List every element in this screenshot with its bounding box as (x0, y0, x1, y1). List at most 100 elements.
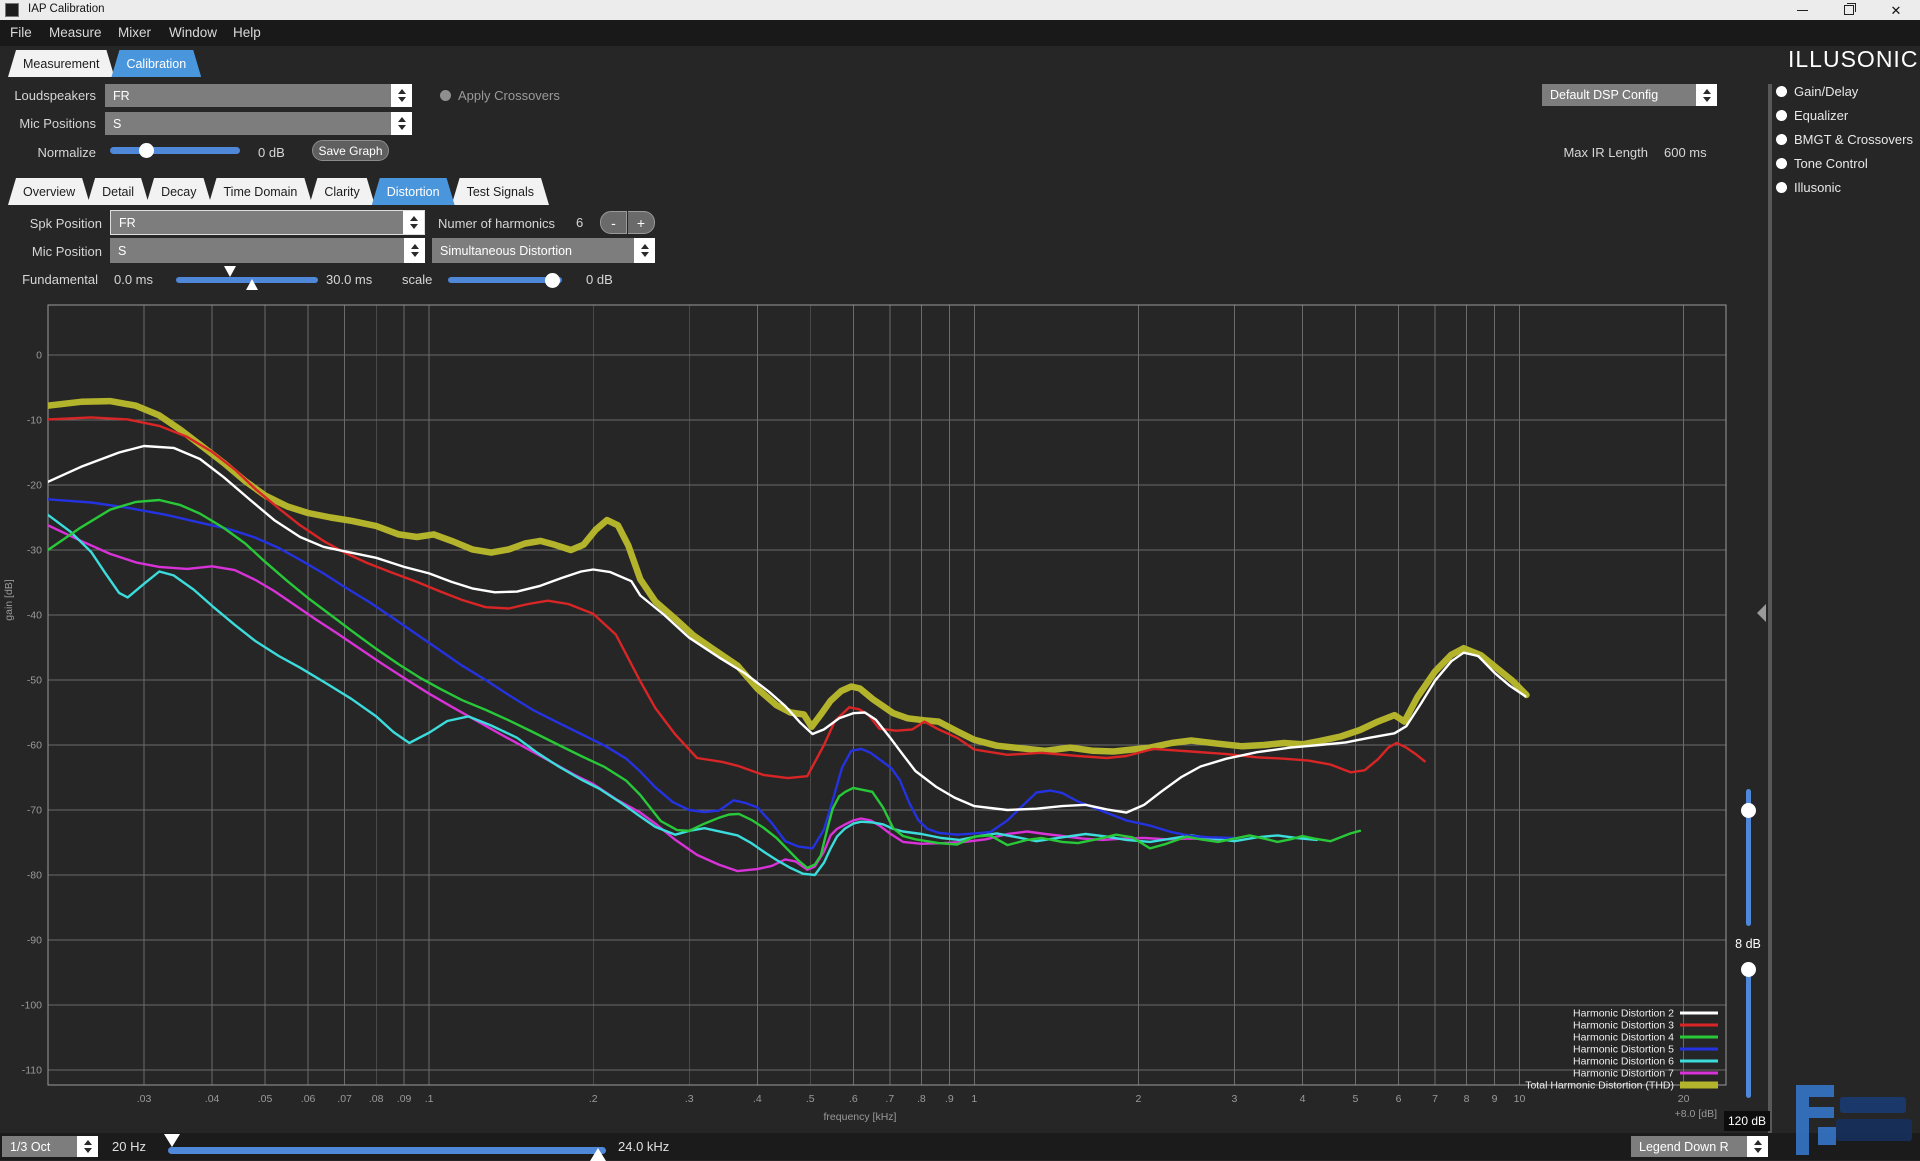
minimize-icon (1797, 10, 1808, 11)
loudspeakers-select[interactable]: FR (105, 84, 412, 107)
close-button[interactable]: ✕ (1880, 0, 1912, 20)
svg-text:.5: .5 (806, 1093, 815, 1105)
main-tab-bar: Measurement Calibration (8, 50, 198, 77)
tab-calibration[interactable]: Calibration (111, 50, 201, 77)
spk-position-value: FR (119, 216, 136, 230)
restore-button[interactable] (1833, 0, 1865, 20)
svg-text:-10: -10 (27, 415, 42, 427)
harmonics-decrement-button[interactable]: - (600, 211, 627, 234)
fundamental-label: Fundamental (0, 272, 98, 287)
bullet-icon (1776, 86, 1787, 97)
menu-mixer[interactable]: Mixer (118, 25, 151, 40)
scale-value: 0 dB (586, 272, 613, 287)
spinner-icon[interactable] (77, 1136, 98, 1157)
legend-position-select[interactable]: Legend Down R (1631, 1136, 1768, 1157)
freq-range-end: 24.0 kHz (618, 1139, 669, 1154)
svg-text:gain [dB]: gain [dB] (3, 579, 15, 621)
fundamental-max-value: 30.0 ms (326, 272, 372, 287)
mic-position-select[interactable]: S (110, 238, 425, 263)
bullet-icon (1776, 110, 1787, 121)
dsp-config-value: Default DSP Config (1550, 88, 1658, 102)
spinner-icon[interactable] (403, 211, 424, 234)
svg-text:.05: .05 (258, 1093, 273, 1105)
svg-text:.2: .2 (589, 1093, 598, 1105)
nav-bmgt-crossovers[interactable]: BMGT & Crossovers (1794, 132, 1913, 147)
nav-gain-delay[interactable]: Gain/Delay (1794, 84, 1858, 99)
svg-text:.08: .08 (369, 1093, 384, 1105)
svg-text:.9: .9 (945, 1093, 954, 1105)
tab-test-signals[interactable]: Test Signals (452, 178, 549, 205)
svg-text:0: 0 (36, 350, 42, 362)
spk-position-select[interactable]: FR (110, 210, 425, 235)
fundamental-start-handle[interactable] (224, 266, 236, 277)
distortion-mode-select[interactable]: Simultaneous Distortion (432, 238, 655, 263)
svg-text:10: 10 (1514, 1093, 1526, 1105)
menu-file[interactable]: File (10, 25, 32, 40)
svg-text:8: 8 (1464, 1093, 1470, 1105)
mic-positions-value: S (113, 117, 121, 131)
fundamental-min-value: 0.0 ms (114, 272, 153, 287)
svg-text:frequency [kHz]: frequency [kHz] (824, 1111, 897, 1123)
scale-slider-handle[interactable] (545, 273, 560, 288)
normalize-slider-handle[interactable] (139, 143, 154, 158)
bottom-bar: 1/3 Oct 20 Hz 24.0 kHz Legend Down R (0, 1133, 1920, 1160)
spinner-icon[interactable] (1696, 84, 1717, 106)
menu-help[interactable]: Help (233, 25, 261, 40)
bullet-icon (1776, 134, 1787, 145)
svg-text:Harmonic Distortion 4: Harmonic Distortion 4 (1573, 1032, 1674, 1044)
zoom-lower-value: 120 dB (1724, 1111, 1770, 1131)
dsp-config-select[interactable]: Default DSP Config (1542, 84, 1717, 106)
loudspeakers-label: Loudspeakers (0, 88, 96, 103)
freq-range-slider[interactable] (168, 1147, 606, 1154)
svg-text:-90: -90 (27, 935, 42, 947)
tab-clarity[interactable]: Clarity (309, 178, 374, 205)
spinner-icon[interactable] (391, 112, 412, 135)
normalize-slider[interactable] (110, 147, 240, 154)
freq-range-start-handle[interactable] (164, 1134, 180, 1147)
mic-positions-label: Mic Positions (0, 116, 96, 131)
menu-window[interactable]: Window (169, 25, 217, 40)
close-icon: ✕ (1891, 4, 1902, 17)
svg-text:Harmonic Distortion 3: Harmonic Distortion 3 (1573, 1020, 1674, 1032)
nav-equalizer[interactable]: Equalizer (1794, 108, 1848, 123)
zoom-upper-value: 8 dB (1728, 937, 1768, 951)
brand-logo: ILLUSONIC (1788, 46, 1918, 73)
svg-text:Harmonic Distortion 2: Harmonic Distortion 2 (1573, 1008, 1674, 1020)
menu-bar: File Measure Mixer Window Help (0, 20, 1920, 46)
freq-range-start: 20 Hz (112, 1139, 146, 1154)
tab-time-domain[interactable]: Time Domain (209, 178, 313, 205)
zoom-slider-upper-handle[interactable] (1741, 803, 1756, 818)
watermark (1788, 1085, 1920, 1160)
nav-illusonic[interactable]: Illusonic (1794, 180, 1841, 195)
apply-crossovers-radio[interactable] (440, 90, 451, 101)
svg-text:-100: -100 (21, 1000, 42, 1012)
resolution-select[interactable]: 1/3 Oct (2, 1136, 98, 1157)
distortion-chart: .03.04.05.06.07.08.09.1.2.3.4.5.6.7.8.91… (0, 290, 1780, 1135)
zoom-slider-lower-handle[interactable] (1741, 962, 1756, 977)
freq-range-end-handle[interactable] (590, 1148, 606, 1161)
tab-distortion[interactable]: Distortion (372, 178, 455, 205)
tab-detail[interactable]: Detail (87, 178, 149, 205)
svg-text:-110: -110 (22, 1065, 42, 1077)
svg-text:.6: .6 (849, 1093, 858, 1105)
fundamental-end-handle[interactable] (246, 279, 258, 290)
mic-positions-select[interactable]: S (105, 112, 412, 135)
tab-overview[interactable]: Overview (8, 178, 90, 205)
minimize-button[interactable] (1786, 0, 1818, 20)
svg-text:4: 4 (1300, 1093, 1306, 1105)
normalize-value: 0 dB (258, 145, 285, 160)
spinner-icon[interactable] (404, 238, 425, 263)
tab-decay[interactable]: Decay (146, 178, 211, 205)
spinner-icon[interactable] (634, 238, 655, 263)
zoom-slider-lower[interactable] (1746, 962, 1751, 1098)
tab-measurement[interactable]: Measurement (8, 50, 114, 77)
mic-position-value: S (118, 244, 126, 258)
menu-measure[interactable]: Measure (49, 25, 102, 40)
spinner-icon[interactable] (1747, 1136, 1768, 1157)
save-graph-button[interactable]: Save Graph (312, 140, 389, 161)
mic-position-label: Mic Position (0, 244, 102, 259)
harmonics-increment-button[interactable]: + (628, 211, 655, 234)
svg-text:.04: .04 (205, 1093, 220, 1105)
spinner-icon[interactable] (391, 84, 412, 107)
nav-tone-control[interactable]: Tone Control (1794, 156, 1868, 171)
